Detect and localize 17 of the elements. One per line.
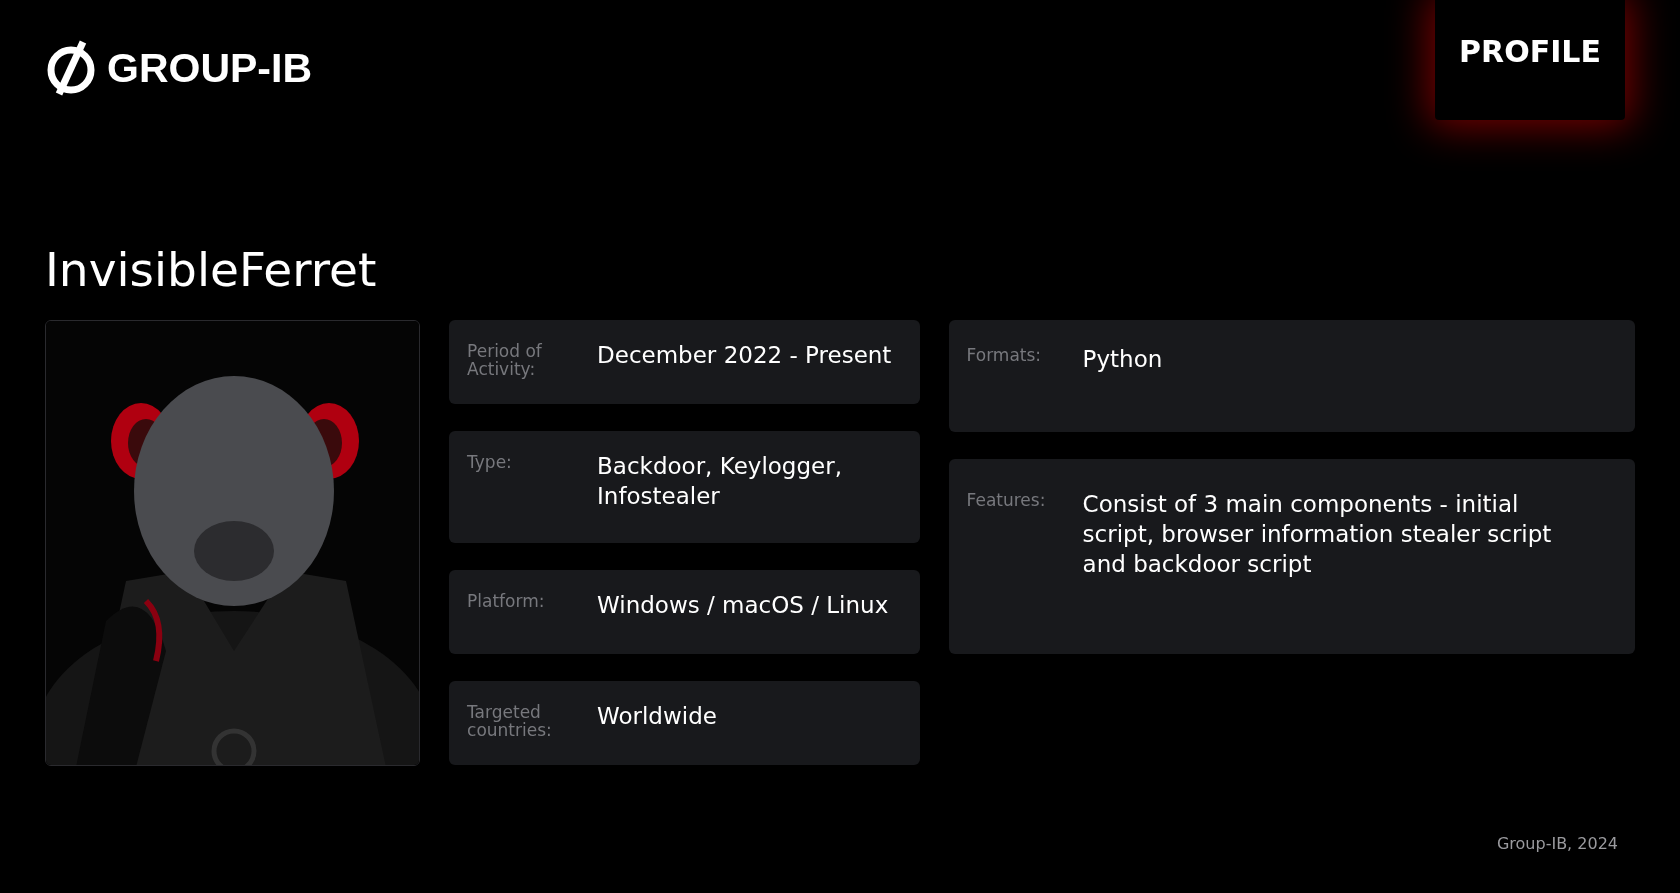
field-label: Formats: <box>966 344 1043 367</box>
field-label: Period of Activity: <box>467 340 543 381</box>
field-value: Python <box>1082 345 1164 374</box>
logo-icon <box>45 40 97 96</box>
field-value: Windows / macOS / Linux <box>597 591 889 620</box>
field-value: Consist of 3 main components - initial script, browser information stealer script and backdoor script <box>1082 490 1553 579</box>
profile-ribbon: PROFILE <box>1435 0 1625 120</box>
brand-name: GROUP-IB <box>107 44 312 92</box>
footer-text: Group-IB, 2024 <box>1496 834 1618 853</box>
field-value: Backdoor, Keylogger, Infostealer <box>597 452 843 511</box>
page-title: InvisibleFerret <box>45 242 378 299</box>
field-value: Worldwide <box>597 702 717 731</box>
field-label: Platform: <box>467 590 546 613</box>
field-label: Targeted countries: <box>467 701 553 742</box>
field-label: Features: <box>966 489 1047 512</box>
field-label: Type: <box>467 451 513 474</box>
field-value: December 2022 - Present <box>597 341 892 370</box>
